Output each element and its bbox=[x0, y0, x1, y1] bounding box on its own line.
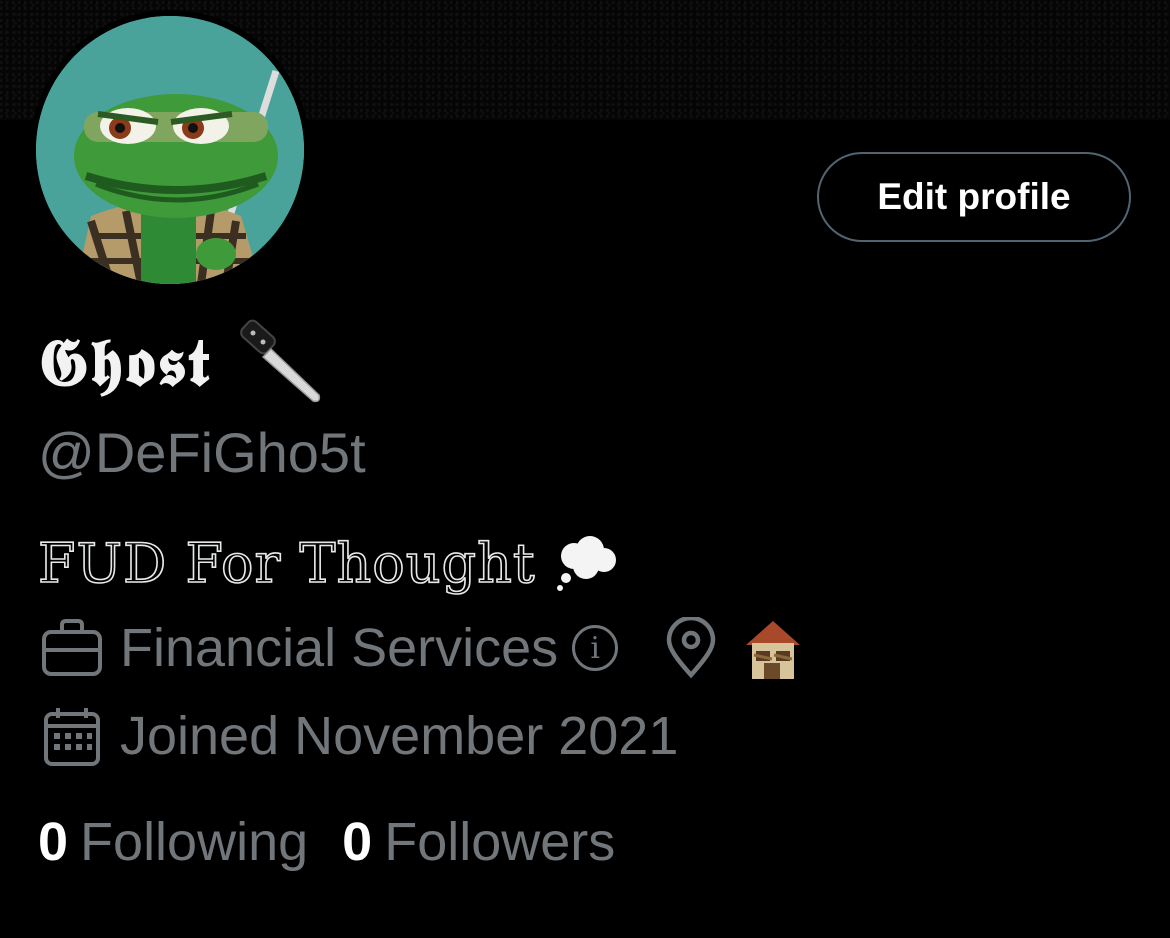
calendar-icon bbox=[44, 708, 100, 766]
display-name: 𝕲𝖍𝖔𝖘𝖙 bbox=[38, 318, 325, 408]
followers-link[interactable]: 0 Followers bbox=[342, 811, 649, 873]
joined-date: Joined November 2021 bbox=[120, 706, 679, 766]
avatar[interactable] bbox=[36, 16, 304, 284]
username-handle: @DeFiGho5t bbox=[38, 421, 366, 484]
profile-category: Financial Services bbox=[120, 618, 559, 678]
bio: FUD For Thought bbox=[37, 528, 618, 598]
follow-stats: 0 Following 0 Followers bbox=[38, 806, 649, 878]
pepe-avatar-image bbox=[36, 16, 304, 284]
followers-count: 0 bbox=[342, 812, 373, 872]
followers-label: Followers bbox=[384, 812, 616, 872]
following-count: 0 bbox=[38, 812, 69, 872]
following-link[interactable]: 0 Following bbox=[38, 811, 342, 873]
briefcase-icon bbox=[42, 619, 102, 676]
display-name-text: 𝕲𝖍𝖔𝖘𝖙 bbox=[38, 323, 211, 401]
following-label: Following bbox=[80, 812, 309, 872]
location-pin-icon bbox=[666, 617, 716, 679]
edit-profile-button[interactable]: Edit profile bbox=[817, 152, 1131, 242]
bio-text: FUD For Thought bbox=[37, 531, 536, 596]
joined-date-row: Joined November 2021 bbox=[38, 700, 678, 772]
profile-category-row: Financial Services i bbox=[38, 612, 804, 684]
knife-icon bbox=[239, 319, 320, 403]
derelict-house-icon bbox=[746, 621, 801, 679]
info-icon[interactable]: i bbox=[572, 625, 619, 671]
thought-balloon-icon bbox=[556, 536, 616, 591]
